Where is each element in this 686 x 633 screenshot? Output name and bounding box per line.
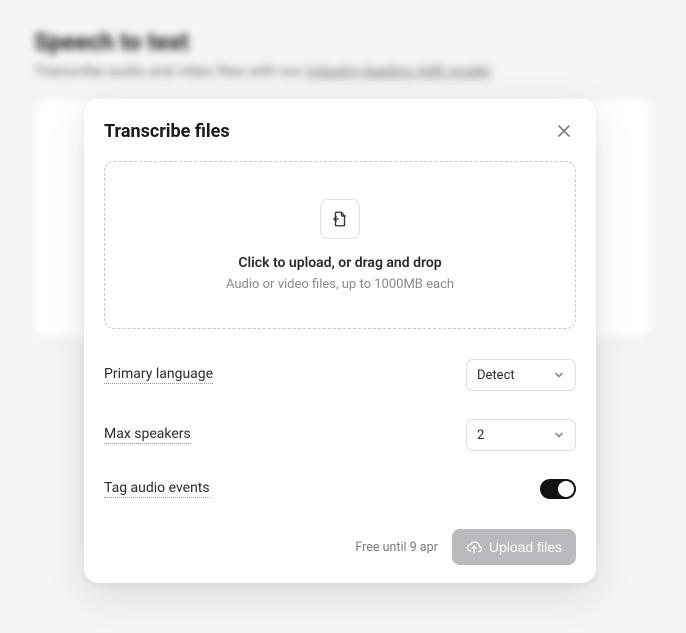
dropzone-primary-text: Click to upload, or drag and drop (238, 255, 441, 271)
modal-title: Transcribe files (104, 121, 230, 142)
transcribe-modal: Transcribe files Click to upload, or dra… (84, 99, 596, 583)
upload-button-label: Upload files (489, 539, 562, 555)
setting-max-speakers: Max speakers 2 (104, 419, 576, 451)
primary-language-select[interactable]: Detect (466, 359, 576, 391)
dropzone-secondary-text: Audio or video files, up to 1000MB each (226, 277, 454, 292)
chevron-down-icon (553, 429, 565, 441)
primary-language-label: Primary language (104, 366, 213, 384)
upload-dropzone[interactable]: Click to upload, or drag and drop Audio … (104, 161, 576, 329)
tag-audio-events-label: Tag audio events (104, 480, 210, 498)
settings-section: Primary language Detect Max speakers 2 T… (104, 359, 576, 499)
footer-note: Free until 9 apr (355, 540, 437, 555)
subtitle-link: industry-leading ASR model (306, 62, 490, 80)
modal-footer: Free until 9 apr Upload files (104, 529, 576, 565)
cloud-upload-icon (466, 539, 482, 555)
close-icon (557, 124, 571, 138)
primary-language-value: Detect (477, 368, 515, 383)
upload-files-button[interactable]: Upload files (452, 529, 576, 565)
tag-audio-events-toggle[interactable] (540, 479, 576, 499)
page-title: Speech to text (34, 28, 652, 56)
setting-primary-language: Primary language Detect (104, 359, 576, 391)
chevron-down-icon (553, 369, 565, 381)
max-speakers-select[interactable]: 2 (466, 419, 576, 451)
setting-tag-audio-events: Tag audio events (104, 479, 576, 499)
subtitle-post: . (489, 62, 493, 80)
file-icon (320, 199, 360, 239)
subtitle-pre: Transcribe audio and video files with ou… (34, 62, 306, 80)
close-button[interactable] (552, 119, 576, 143)
max-speakers-label: Max speakers (104, 426, 191, 444)
toggle-knob (558, 481, 574, 497)
max-speakers-value: 2 (477, 428, 484, 443)
modal-header: Transcribe files (104, 119, 576, 143)
page-subtitle: Transcribe audio and video files with ou… (34, 62, 652, 80)
